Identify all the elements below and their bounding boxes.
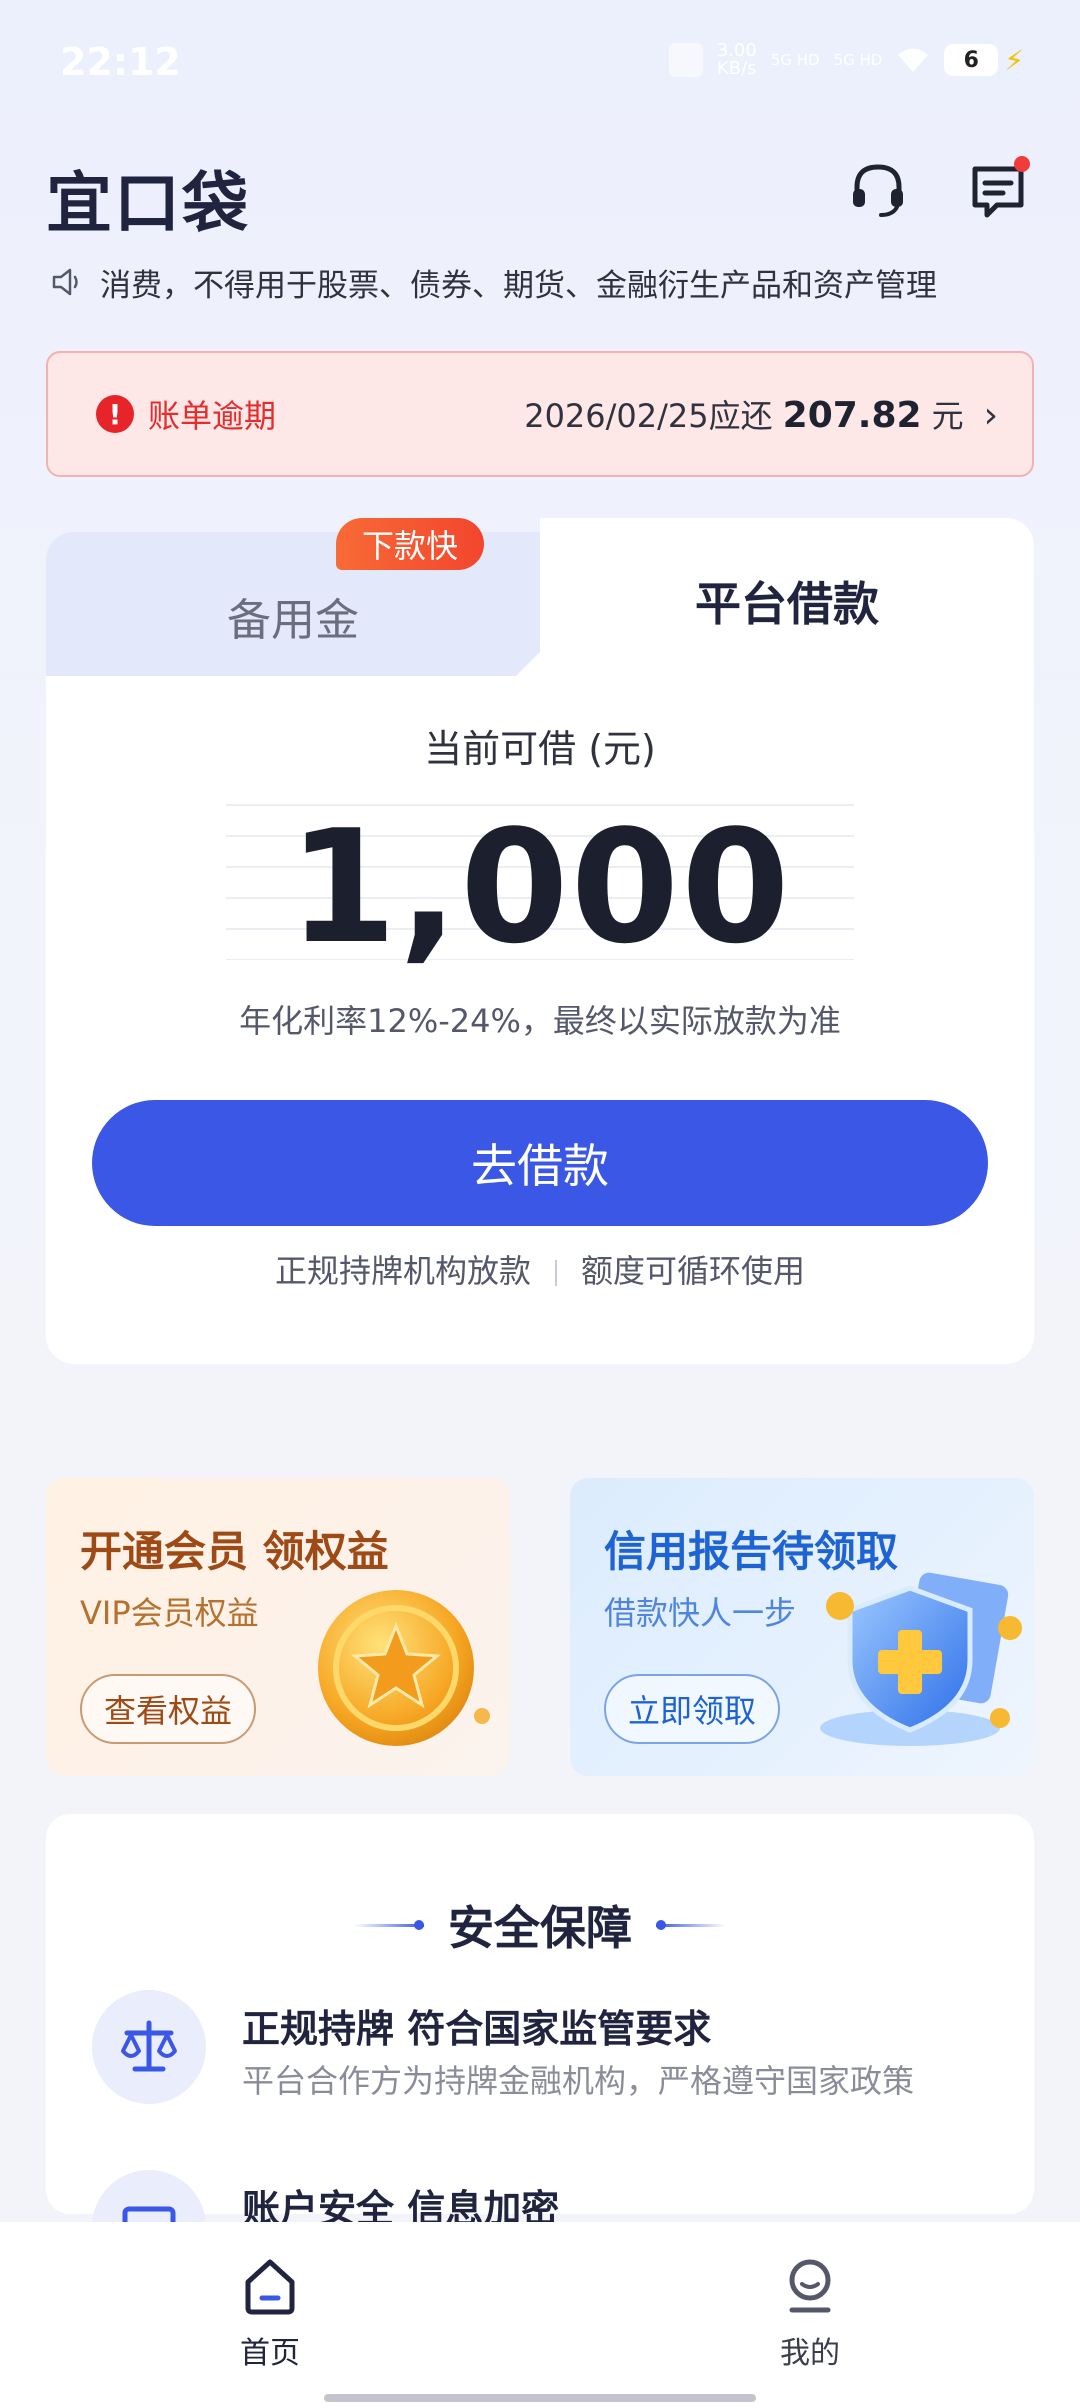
battery-level: 6 bbox=[944, 44, 999, 76]
home-icon bbox=[245, 2259, 295, 2315]
feature-divider bbox=[555, 1260, 557, 1286]
feature-licensed: 正规持牌机构放款 bbox=[274, 1252, 531, 1290]
title-decoration-right bbox=[656, 1919, 726, 1930]
view-benefits-button[interactable]: 查看权益 bbox=[80, 1674, 257, 1744]
fast-disbursement-badge: 下款快 bbox=[336, 518, 485, 570]
overdue-bill-banner[interactable]: ! 账单逾期 2026/02/25应还 207.82 元 › bbox=[46, 351, 1034, 477]
feature-revolving: 额度可循环使用 bbox=[581, 1252, 806, 1290]
nav-mine[interactable]: 我的 bbox=[710, 2256, 910, 2372]
home-indicator bbox=[324, 2394, 756, 2402]
loan-card: 备用金 平台借款 当前可借 (元) 1,000 年化利率12%-24%，最终以实… bbox=[46, 518, 1034, 1364]
due-date-text: 2026/02/25应还 bbox=[524, 397, 773, 435]
headset-icon bbox=[853, 164, 903, 217]
unread-dot bbox=[1014, 156, 1030, 172]
chevron-right-icon: › bbox=[983, 395, 998, 436]
overdue-detail: 2026/02/25应还 207.82 元 › bbox=[524, 391, 998, 437]
customer-service-button[interactable] bbox=[842, 154, 914, 226]
tab-reserve-fund[interactable]: 备用金 bbox=[46, 532, 576, 692]
signal-1: 5G HD bbox=[770, 51, 820, 69]
credit-promo-subtitle: 借款快人一步 bbox=[604, 1594, 797, 1632]
speaker-icon bbox=[52, 268, 78, 296]
amount-display: 1,000 bbox=[226, 796, 854, 978]
alert-icon: ! bbox=[96, 395, 134, 433]
features-line: 正规持牌机构放款 额度可循环使用 bbox=[46, 1246, 1034, 1292]
message-button[interactable] bbox=[962, 154, 1034, 226]
bottom-nav: 首页 我的 bbox=[0, 2222, 1080, 2408]
overdue-amount: 207.82 bbox=[782, 395, 922, 436]
security-item-licensed: 正规持牌 符合国家监管要求 平台合作方为持牌金融机构，严格遵守国家政策 bbox=[92, 1990, 992, 2110]
borrow-button[interactable]: 去借款 bbox=[92, 1100, 988, 1226]
gold-coin-star-icon bbox=[318, 1590, 490, 1746]
scale-icon bbox=[92, 1990, 206, 2104]
claim-now-button[interactable]: 立即领取 bbox=[604, 1674, 781, 1744]
security-title: 安全保障 bbox=[448, 1901, 632, 1955]
member-promo-card[interactable]: 开通会员 领权益 VIP会员权益 查看权益 bbox=[46, 1478, 510, 1776]
overdue-label: 账单逾期 bbox=[148, 397, 277, 435]
app-logo: 宜口袋 bbox=[46, 165, 250, 242]
security-section: 安全保障 正规持牌 符合国家监管要求 平台合作方为持牌金融机构，严格遵守国家政策… bbox=[46, 1814, 1034, 2284]
net-speed: 3.00 KB/s bbox=[717, 42, 757, 78]
wifi-icon bbox=[898, 48, 929, 72]
available-label: 当前可借 (元) bbox=[424, 727, 656, 771]
overdue-unit: 元 bbox=[931, 397, 964, 435]
security-item-title: 正规持牌 符合国家监管要求 bbox=[242, 2007, 712, 2051]
security-title-row: 安全保障 bbox=[46, 1892, 1034, 1958]
status-bar: 22:12 3.00 KB/s 5G HD 5G HD 6 ⚡ bbox=[0, 0, 1080, 120]
member-promo-subtitle: VIP会员权益 bbox=[80, 1594, 259, 1632]
rate-text: 年化利率12%-24%，最终以实际放款为准 bbox=[239, 1002, 841, 1040]
charging-icon: ⚡ bbox=[1004, 43, 1024, 77]
tab-reserve-fund-label: 备用金 bbox=[227, 595, 359, 646]
credit-report-promo-card[interactable]: 信用报告待领取 借款快人一步 立即领取 bbox=[570, 1478, 1034, 1776]
header: 宜口袋 bbox=[46, 150, 1034, 242]
shield-icon bbox=[820, 1572, 1022, 1746]
security-item-desc: 平台合作方为持牌金融机构，严格遵守国家政策 bbox=[242, 2062, 915, 2100]
battery: 6 ⚡ bbox=[944, 44, 1024, 77]
signal-2: 5G HD bbox=[833, 51, 883, 69]
available-amount: 1,000 bbox=[288, 796, 792, 978]
profile-icon bbox=[789, 2259, 831, 2313]
nav-mine-label: 我的 bbox=[780, 2336, 840, 2371]
nav-home-label: 首页 bbox=[240, 2336, 300, 2371]
notice-marquee[interactable]: 消费，不得用于股票、债券、期货、金融衍生产品和资产管理 bbox=[50, 258, 1030, 306]
net-speed-unit: KB/s bbox=[716, 58, 757, 79]
vibrate-icon bbox=[668, 43, 703, 77]
title-decoration-left bbox=[354, 1919, 424, 1930]
nav-home[interactable]: 首页 bbox=[170, 2256, 370, 2372]
tab-platform-loan[interactable]: 平台借款 bbox=[540, 568, 1034, 634]
status-time: 22:12 bbox=[60, 40, 181, 84]
status-icons: 3.00 KB/s 5G HD 5G HD 6 ⚡ bbox=[668, 42, 1024, 78]
notice-text: 消费，不得用于股票、债券、期货、金融衍生产品和资产管理 bbox=[100, 267, 937, 304]
